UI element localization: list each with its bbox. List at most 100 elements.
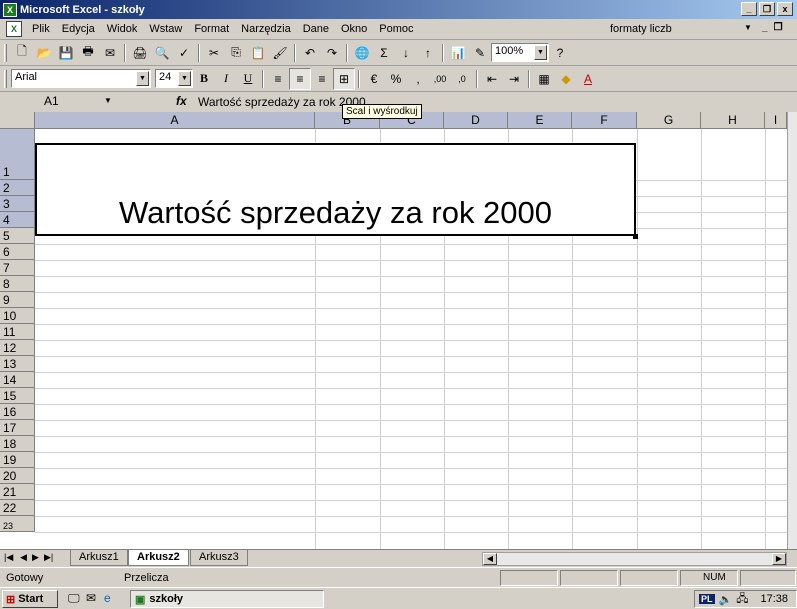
paste-icon[interactable]: 📋 <box>247 42 269 64</box>
currency-icon[interactable]: € <box>363 68 385 90</box>
volume-icon[interactable]: 🔈 <box>719 593 733 606</box>
column-header-h[interactable]: H <box>701 112 765 129</box>
network-icon[interactable]: 🖧 <box>736 590 748 609</box>
menu-narzedzia[interactable]: Narzędzia <box>235 23 297 35</box>
start-button[interactable]: ⊞ Start <box>2 590 58 608</box>
first-sheet-icon[interactable]: |◀ <box>4 552 13 563</box>
font-color-icon[interactable]: A <box>577 68 599 90</box>
outlook-icon[interactable]: ✉ <box>86 591 96 605</box>
workbook-icon[interactable]: X <box>6 21 22 37</box>
chevron-down-icon[interactable]: ▼ <box>104 96 112 105</box>
fill-handle[interactable] <box>633 234 638 239</box>
worksheet-grid[interactable]: A B C D E F G H I 1 2 3 4 5 6 7 8 9 10 1… <box>0 112 797 549</box>
workbook-restore-button[interactable]: ❐ <box>774 22 783 33</box>
decrease-indent-icon[interactable]: ⇤ <box>481 68 503 90</box>
underline-button[interactable]: U <box>237 68 259 90</box>
sheet-tab-arkusz2[interactable]: Arkusz2 <box>128 550 189 566</box>
column-header-i[interactable]: I <box>765 112 787 129</box>
next-sheet-icon[interactable]: ▶ <box>32 552 39 563</box>
increase-decimal-button[interactable]: ,00 <box>429 68 451 90</box>
chevron-down-icon[interactable]: ▼ <box>534 45 547 60</box>
permission-icon[interactable]: 🖶 <box>77 42 99 64</box>
menu-edycja[interactable]: Edycja <box>56 23 101 35</box>
row-header-6[interactable]: 6 <box>0 244 35 260</box>
open-icon[interactable]: 📂 <box>33 42 55 64</box>
sheet-tab-arkusz3[interactable]: Arkusz3 <box>190 550 248 566</box>
row-header-3[interactable]: 3 <box>0 196 35 212</box>
desktop-icon[interactable]: 🖵 <box>68 591 80 606</box>
menu-widok[interactable]: Widok <box>101 23 144 35</box>
select-all-corner[interactable] <box>0 112 35 129</box>
merge-and-center-icon[interactable]: ⊞ <box>333 67 355 90</box>
row-header-1[interactable]: 1 <box>0 129 35 180</box>
menu-dane[interactable]: Dane <box>297 23 335 35</box>
new-icon[interactable]: 🗋 <box>11 42 33 64</box>
row-header-5[interactable]: 5 <box>0 228 35 244</box>
formula-input[interactable]: Wartość sprzedaży za rok 2000 <box>194 93 794 111</box>
row-header-8[interactable]: 8 <box>0 276 35 292</box>
undo-icon[interactable]: ↶ <box>299 42 321 64</box>
toolbar-grip[interactable] <box>4 69 7 88</box>
menu-okno[interactable]: Okno <box>335 23 373 35</box>
scroll-right-icon[interactable]: ▶ <box>772 553 786 565</box>
bold-button[interactable]: B <box>193 68 215 90</box>
row-header-10[interactable]: 10 <box>0 308 35 324</box>
column-header-d[interactable]: D <box>444 112 508 129</box>
vertical-scrollbar[interactable] <box>787 112 797 549</box>
row-header-21[interactable]: 21 <box>0 484 35 500</box>
autosum-icon[interactable]: Σ <box>373 42 395 64</box>
taskbar-item-szkoly[interactable]: ▣ szkoły <box>130 590 324 608</box>
language-indicator[interactable]: PL <box>699 594 715 604</box>
drawing-icon[interactable]: ✎ <box>469 42 491 64</box>
format-painter-icon[interactable]: 🖌 <box>269 42 291 64</box>
email-icon[interactable]: ✉ <box>99 42 121 64</box>
row-header-12[interactable]: 12 <box>0 340 35 356</box>
workbook-minimize-button[interactable]: _ <box>762 22 768 33</box>
row-header-11[interactable]: 11 <box>0 324 35 340</box>
decrease-decimal-button[interactable]: ,0 <box>451 68 473 90</box>
scroll-left-icon[interactable]: ◀ <box>483 553 497 565</box>
row-header-13[interactable]: 13 <box>0 356 35 372</box>
save-icon[interactable]: 💾 <box>55 42 77 64</box>
menu-plik[interactable]: Plik <box>26 23 56 35</box>
increase-indent-icon[interactable]: ⇥ <box>503 68 525 90</box>
last-sheet-icon[interactable]: ▶| <box>44 552 53 563</box>
column-header-g[interactable]: G <box>637 112 701 129</box>
column-header-f[interactable]: F <box>572 112 637 129</box>
row-header-7[interactable]: 7 <box>0 260 35 276</box>
restore-button[interactable]: ❐ <box>759 2 775 16</box>
toolbar-grip[interactable] <box>4 43 7 62</box>
horizontal-scrollbar[interactable]: ◀ ▶ <box>482 552 787 566</box>
row-header-14[interactable]: 14 <box>0 372 35 388</box>
sort-descending-icon[interactable]: ↑ <box>417 42 439 64</box>
help-icon[interactable]: ? <box>549 42 571 64</box>
ask-question-input[interactable]: formaty liczb <box>606 21 756 38</box>
copy-icon[interactable]: ⎘ <box>225 42 247 64</box>
column-header-e[interactable]: E <box>508 112 572 129</box>
zoom-select[interactable]: 100% ▼ <box>491 43 549 62</box>
menu-format[interactable]: Format <box>188 23 235 35</box>
chevron-down-icon[interactable]: ▼ <box>744 23 752 32</box>
internet-explorer-icon[interactable]: e <box>104 591 111 605</box>
row-header-15[interactable]: 15 <box>0 388 35 404</box>
row-header-19[interactable]: 19 <box>0 452 35 468</box>
align-left-icon[interactable]: ≡ <box>267 68 289 90</box>
chevron-down-icon[interactable]: ▼ <box>136 71 149 86</box>
prev-sheet-icon[interactable]: ◀ <box>20 552 27 563</box>
align-center-icon[interactable]: ≡ <box>289 67 311 90</box>
font-size-select[interactable]: 24 ▼ <box>155 69 193 88</box>
row-header-2[interactable]: 2 <box>0 180 35 196</box>
font-select[interactable]: Arial ▼ <box>11 69 151 88</box>
borders-icon[interactable]: ▦ <box>533 68 555 90</box>
fill-color-icon[interactable]: ◆ <box>555 68 577 90</box>
sheet-tab-arkusz1[interactable]: Arkusz1 <box>70 550 128 566</box>
insert-function-button[interactable]: fx <box>176 94 187 108</box>
sort-ascending-icon[interactable]: ↓ <box>395 42 417 64</box>
row-header-9[interactable]: 9 <box>0 292 35 308</box>
percent-button[interactable]: % <box>385 68 407 90</box>
row-header-17[interactable]: 17 <box>0 420 35 436</box>
redo-icon[interactable]: ↷ <box>321 42 343 64</box>
spelling-icon[interactable]: ✓ <box>173 42 195 64</box>
column-header-a[interactable]: A <box>35 112 315 129</box>
row-header-20[interactable]: 20 <box>0 468 35 484</box>
